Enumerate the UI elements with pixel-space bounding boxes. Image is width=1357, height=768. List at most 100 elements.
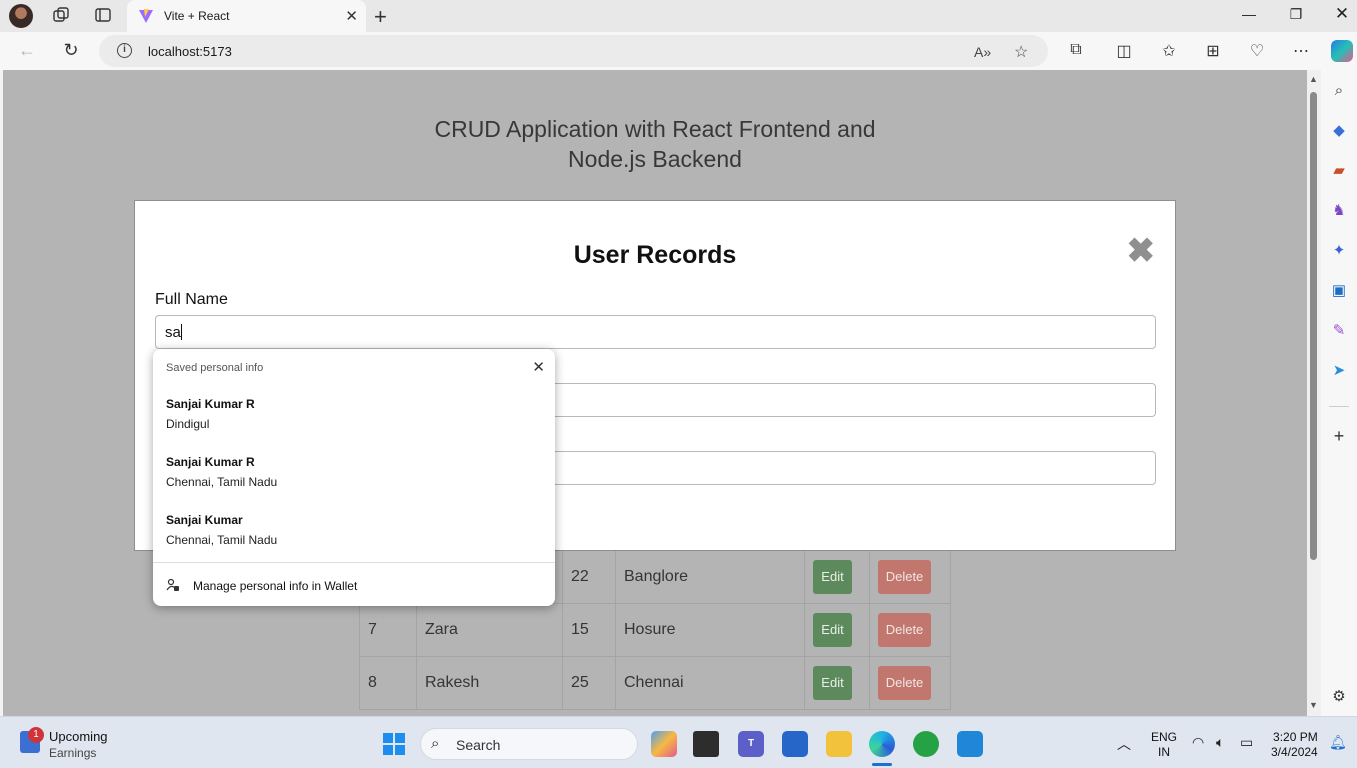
battery-icon[interactable]: ▭ [1240,734,1253,751]
terminal-icon[interactable] [693,731,719,757]
window-close-icon[interactable]: ✕ [1327,4,1357,24]
lang-line-2: IN [1158,745,1170,759]
address-row: ← ↻ i localhost:5173 A» ☆ ⧉ ◫ ✩ ⊞ ♡ ⋯ [0,32,1357,70]
tab-bar: Vite + React ✕ + — ❐ ✕ [0,0,1357,32]
edit-button[interactable]: Edit [813,666,852,700]
vscode-icon[interactable] [957,731,983,757]
wallet-person-icon [166,578,180,595]
cell-edit: Edit [804,656,870,710]
suggestion-name: Sanjai Kumar R [166,397,255,411]
drop-icon[interactable]: ✎ [1330,322,1348,340]
scroll-thumb[interactable] [1310,92,1317,560]
address-bar[interactable]: i localhost:5173 A» ☆ [99,35,1048,67]
widget-subtitle[interactable]: Earnings [49,746,96,760]
scroll-down-icon[interactable]: ▼ [1309,700,1318,710]
edge-icon[interactable] [869,731,895,757]
autofill-suggestion[interactable]: Sanjai Kumar Chennai, Tamil Nadu [166,513,277,547]
tab-active[interactable]: Vite + React ✕ [127,0,366,32]
cell-age: 15 [562,603,616,657]
search-icon[interactable]: ⌕ [1330,82,1348,100]
full-name-input[interactable]: sa [155,315,1156,349]
split-screen-icon[interactable]: ◫ [1113,41,1135,61]
modal-close-icon[interactable]: ✖ [1127,231,1156,271]
whatsapp-icon[interactable] [913,731,939,757]
autofill-divider [153,562,555,563]
sidebar-divider [1329,406,1349,407]
text-caret [180,324,182,340]
copilot-pre-icon[interactable] [651,731,677,757]
clock[interactable]: 3:20 PM 3/4/2024 [1271,730,1318,760]
full-name-label: Full Name [155,291,228,308]
start-icon[interactable] [383,733,405,755]
chess-icon[interactable]: ♞ [1330,202,1348,220]
restore-icon[interactable]: ❐ [1281,6,1311,23]
suggestion-address: Dindigul [166,417,210,431]
minimize-icon[interactable]: — [1234,6,1264,22]
tab-actions-icon[interactable] [93,6,113,26]
app-title: CRUD Application with React Frontend and… [3,114,1307,174]
autofill-suggestion[interactable]: Sanjai Kumar R Chennai, Tamil Nadu [166,455,277,489]
copilot-icon[interactable] [1331,40,1353,62]
autofill-dropdown: Saved personal info ✕ Sanjai Kumar R Din… [153,349,555,606]
favorites-icon[interactable]: ✩ [1158,41,1180,61]
file-explorer-icon[interactable] [826,731,852,757]
suggestion-name: Sanjai Kumar [166,513,243,527]
taskbar-search[interactable]: ⌕ Search [420,728,638,760]
read-aloud-icon[interactable]: A» [974,44,991,60]
autofill-suggestion[interactable]: Sanjai Kumar R Dindigul [166,397,255,431]
store-icon[interactable] [782,731,808,757]
cell-city: Banglore [615,550,805,604]
edit-button[interactable]: Edit [813,613,852,647]
show-hidden-icons[interactable]: ︿ [1117,734,1131,754]
language-indicator[interactable]: ENG IN [1151,730,1177,760]
teams-icon[interactable]: T [738,731,764,757]
add-icon[interactable]: + [1330,427,1348,445]
cell-edit: Edit [804,550,870,604]
widget-title[interactable]: Upcoming [49,729,108,744]
manage-wallet-link[interactable]: Manage personal info in Wallet [193,579,357,593]
settings-icon[interactable]: ⚙ [1330,688,1348,706]
refresh-icon[interactable]: ↻ [59,40,83,61]
notification-bell-icon[interactable]: 🔔︎ [1329,734,1347,751]
cell-delete: Delete [869,656,951,710]
scroll-up-icon[interactable]: ▲ [1309,74,1318,84]
cell-city: Hosure [615,603,805,657]
cell-delete: Delete [869,550,951,604]
suggestion-address: Chennai, Tamil Nadu [166,533,278,547]
url-text[interactable]: localhost:5173 [148,44,232,59]
cell-edit: Edit [804,603,870,657]
toolbox-icon[interactable]: ▰ [1330,162,1348,180]
cell-city: Chennai [615,656,805,710]
tab-close-icon[interactable]: ✕ [345,7,358,25]
outlook-icon[interactable]: ▣ [1330,282,1348,300]
more-menu-icon[interactable]: ⋯ [1290,41,1312,61]
clock-time: 3:20 PM [1273,730,1318,744]
send-icon[interactable]: ➤ [1330,362,1348,380]
volume-icon[interactable]: 🔈︎ [1216,734,1224,751]
cell-name: Zara [416,603,563,657]
lang-line-1: ENG [1151,730,1178,744]
wifi-icon[interactable]: ◠ [1192,734,1204,751]
edit-button[interactable]: Edit [813,560,852,594]
delete-button[interactable]: Delete [878,613,931,647]
extensions-icon[interactable]: ⧉ [1065,41,1087,59]
profile-avatar[interactable] [9,4,33,28]
copilot-icon[interactable]: ✦ [1330,242,1348,260]
new-tab-icon[interactable]: + [374,4,387,30]
back-icon[interactable]: ← [15,40,39,61]
suggestion-address: Chennai, Tamil Nadu [166,475,278,489]
modal-title: User Records [573,241,737,269]
site-info-icon[interactable]: i [117,43,132,58]
cell-age: 25 [562,656,616,710]
favorite-star-icon[interactable]: ☆ [1014,42,1028,62]
autofill-close-icon[interactable]: ✕ [532,358,545,376]
workspaces-icon[interactable] [51,6,71,26]
browser-essentials-icon[interactable]: ♡ [1246,41,1268,61]
delete-button[interactable]: Delete [878,666,931,700]
cell-age: 22 [562,550,616,604]
clock-date: 3/4/2024 [1271,745,1318,759]
tag-icon[interactable]: ◆ [1330,122,1348,140]
delete-button[interactable]: Delete [878,560,931,594]
collections-icon[interactable]: ⊞ [1202,41,1224,61]
page-scrollbar[interactable]: ▲ ▼ [1307,70,1321,716]
